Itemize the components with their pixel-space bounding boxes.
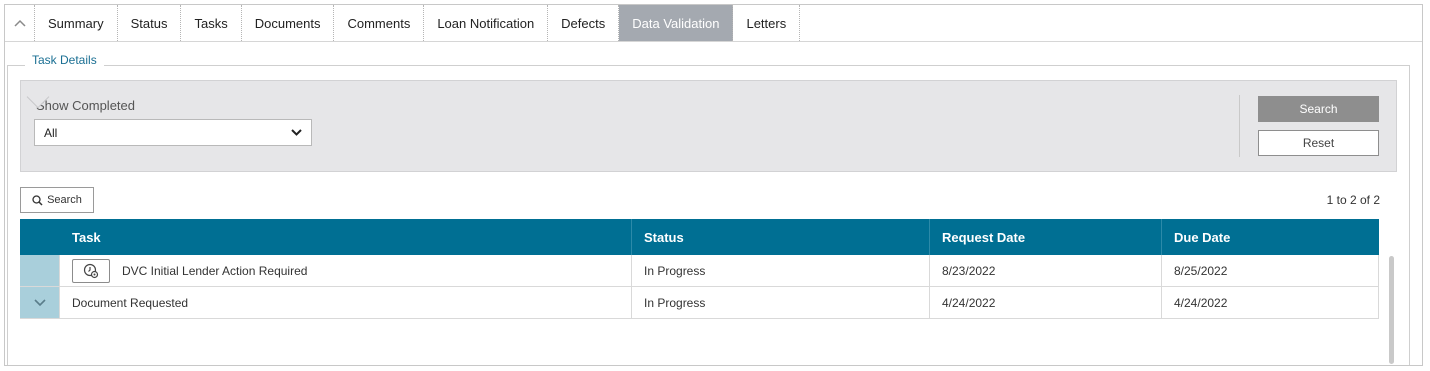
tab-label: Letters xyxy=(746,15,787,31)
table-header: Task Status Request Date Due Date xyxy=(20,219,1379,255)
due-date-cell: 4/24/2022 xyxy=(1162,287,1379,318)
clock-settings-icon xyxy=(83,263,99,278)
table-row[interactable]: DVC Initial Lender Action Required In Pr… xyxy=(20,255,1379,287)
request-date-cell: 8/23/2022 xyxy=(930,255,1162,286)
show-completed-label: Show Completed xyxy=(36,98,135,113)
tab-label: Documents xyxy=(254,15,321,31)
column-header-request-date[interactable]: Request Date xyxy=(930,219,1162,255)
search-toggle-label: Search xyxy=(47,194,82,206)
table-row[interactable]: Document Requested In Progress 4/24/2022… xyxy=(20,287,1379,319)
tab-summary[interactable]: Summary xyxy=(35,5,118,41)
search-button[interactable]: Search xyxy=(1258,96,1379,122)
expander-header xyxy=(20,219,60,255)
chevron-down-icon xyxy=(291,129,302,136)
result-count: 1 to 2 of 2 xyxy=(1326,193,1380,207)
search-icon xyxy=(32,194,43,206)
filter-panel: Show Completed All Search Reset xyxy=(20,80,1397,172)
column-header-task[interactable]: Task xyxy=(60,219,632,255)
chevron-up-icon xyxy=(13,19,26,27)
tab-defects[interactable]: Defects xyxy=(548,5,620,41)
collapse-tabs-button[interactable] xyxy=(5,5,35,41)
column-header-due-date[interactable]: Due Date xyxy=(1162,219,1379,255)
tab-tasks[interactable]: Tasks xyxy=(181,5,242,41)
vertical-scrollbar[interactable] xyxy=(1389,256,1394,364)
task-table: Task Status Request Date Due Date DVC In… xyxy=(20,219,1379,319)
tab-label: Defects xyxy=(561,15,606,31)
tab-label: Summary xyxy=(48,15,104,31)
task-name[interactable]: DVC Initial Lender Action Required xyxy=(122,264,307,278)
show-completed-select[interactable]: All xyxy=(34,119,312,146)
row-expander xyxy=(20,255,60,286)
task-name[interactable]: Document Requested xyxy=(72,296,188,310)
tab-comments[interactable]: Comments xyxy=(334,5,425,41)
tab-documents[interactable]: Documents xyxy=(242,5,335,41)
reset-button[interactable]: Reset xyxy=(1258,130,1379,156)
tab-loan-notification[interactable]: Loan Notification xyxy=(424,5,549,41)
request-date-cell: 4/24/2022 xyxy=(930,287,1162,318)
task-cell: Document Requested xyxy=(60,287,632,318)
chevron-down-icon xyxy=(33,298,46,306)
tab-bar: Summary Status Tasks Documents Comments … xyxy=(5,5,801,41)
tab-label: Status xyxy=(130,15,168,31)
show-completed-value: All xyxy=(44,125,58,140)
column-header-status[interactable]: Status xyxy=(632,219,930,255)
tab-label: Comments xyxy=(347,15,411,31)
tab-label: Data Validation xyxy=(632,15,720,31)
tab-divider xyxy=(5,41,1422,42)
status-cell: In Progress xyxy=(632,255,930,286)
row-expand-toggle[interactable] xyxy=(20,287,60,318)
tab-status[interactable]: Status xyxy=(118,5,182,41)
status-cell: In Progress xyxy=(632,287,930,318)
tab-label: Tasks xyxy=(194,15,228,31)
task-action-button[interactable] xyxy=(72,258,110,283)
tab-letters[interactable]: Letters xyxy=(733,5,801,41)
due-date-cell: 8/25/2022 xyxy=(1162,255,1379,286)
filter-divider xyxy=(1239,95,1240,157)
tab-label: Loan Notification xyxy=(437,15,535,31)
search-toggle-button[interactable]: Search xyxy=(20,187,94,213)
task-cell: DVC Initial Lender Action Required xyxy=(60,255,632,286)
tab-data-validation[interactable]: Data Validation xyxy=(619,5,734,41)
task-details-legend: Task Details xyxy=(25,53,104,67)
